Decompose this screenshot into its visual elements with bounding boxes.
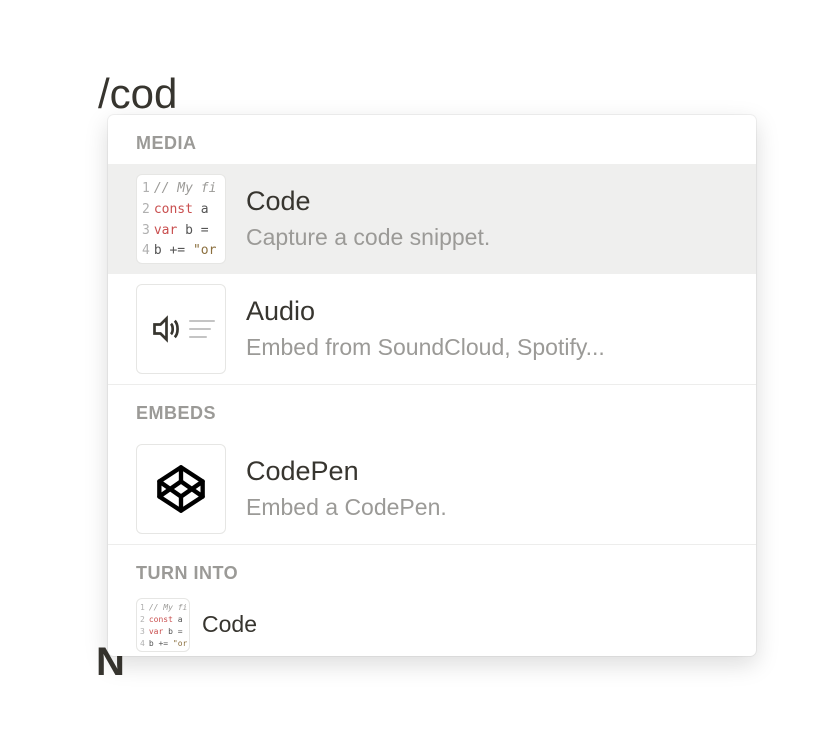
menu-item-description: Capture a code snippet. [246, 221, 490, 253]
menu-item-title: CodePen [246, 454, 447, 489]
audio-icon [136, 284, 226, 374]
code-block-icon: 1// My fi 2const a 3var b = 4b += "or [136, 174, 226, 264]
menu-item-title: Code [202, 610, 257, 640]
code-block-icon: 1// My fi 2const a 3var b = 4b += "or [136, 598, 190, 652]
menu-item-audio[interactable]: Audio Embed from SoundCloud, Spotify... [108, 274, 756, 384]
codepen-icon [136, 444, 226, 534]
menu-item-codepen[interactable]: CodePen Embed a CodePen. [108, 434, 756, 544]
section-header-turn-into: TURN INTO [108, 545, 756, 594]
menu-item-description: Embed a CodePen. [246, 491, 447, 523]
section-header-media: MEDIA [108, 115, 756, 164]
menu-item-code[interactable]: 1// My fi 2const a 3var b = 4b += "or Co… [108, 164, 756, 274]
menu-item-title: Audio [246, 294, 605, 329]
slash-command-input[interactable]: /cod [98, 70, 177, 118]
menu-item-turn-into-code[interactable]: 1// My fi 2const a 3var b = 4b += "or Co… [108, 594, 756, 656]
menu-item-title: Code [246, 184, 490, 219]
slash-command-menu: MEDIA 1// My fi 2const a 3var b = 4b += … [108, 115, 756, 656]
section-header-embeds: EMBEDS [108, 385, 756, 434]
menu-item-description: Embed from SoundCloud, Spotify... [246, 331, 605, 363]
